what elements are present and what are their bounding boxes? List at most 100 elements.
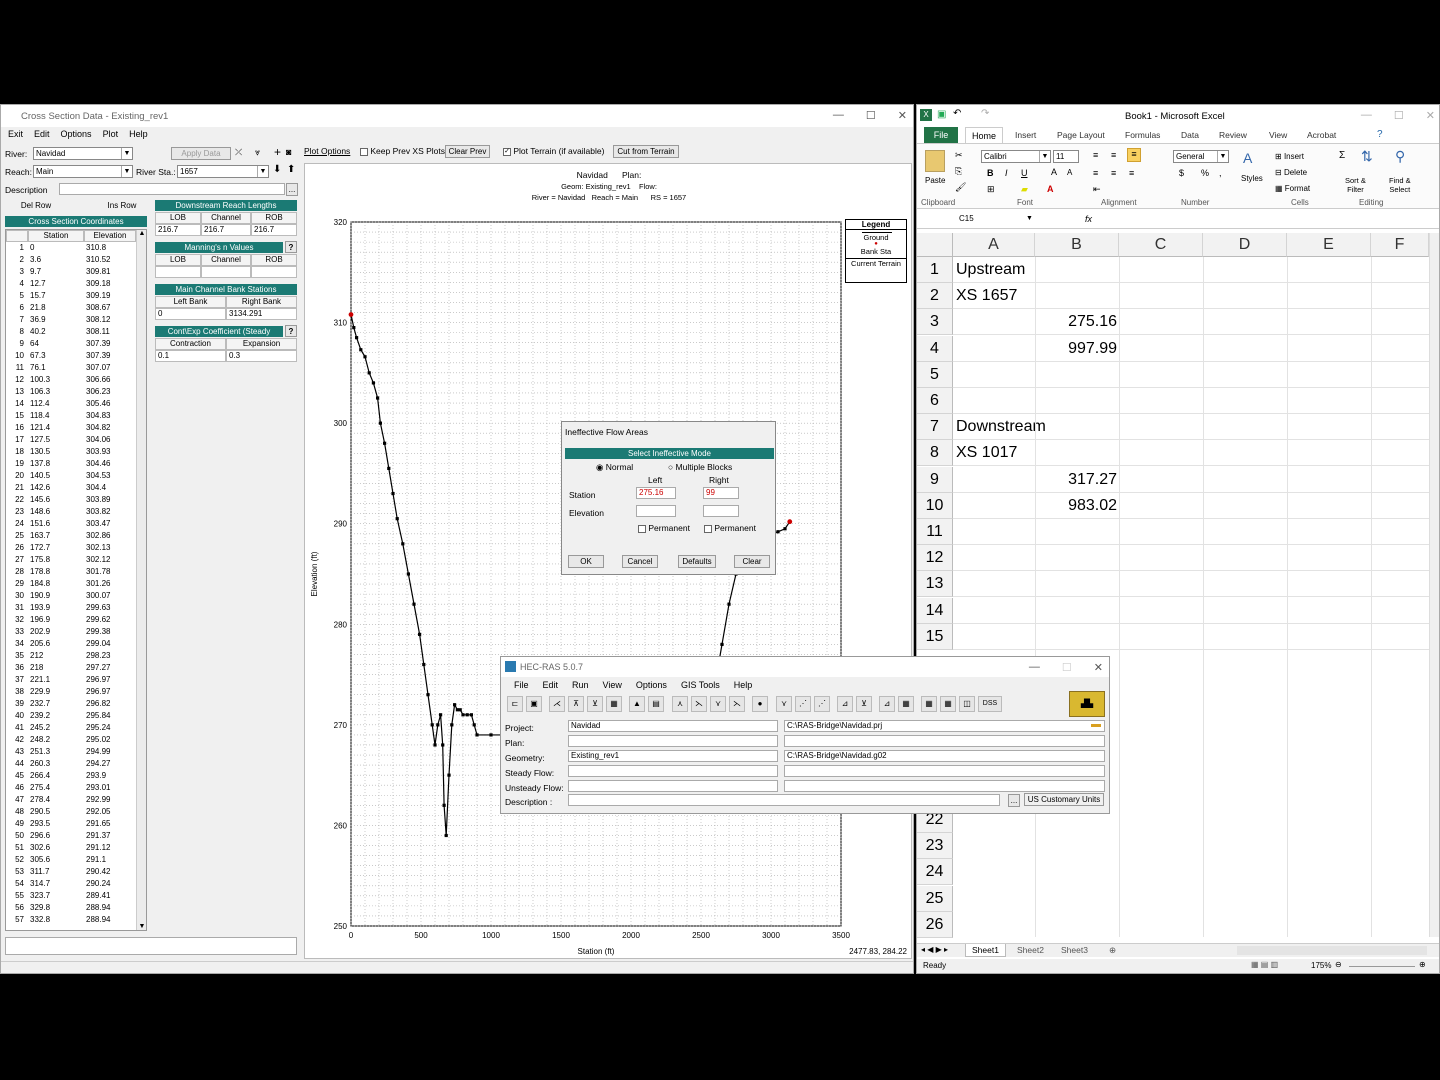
fx-icon[interactable]: fx xyxy=(1085,214,1092,224)
align-top-icon[interactable]: ≡ xyxy=(1093,150,1098,160)
redo-icon[interactable]: ↷ xyxy=(981,108,989,119)
row-header[interactable]: 15 xyxy=(917,623,953,650)
elevation-cell[interactable]: 308.67 xyxy=(86,302,110,314)
project-path-field[interactable]: C:\RAS-Bridge\Navidad.prj xyxy=(784,720,1105,732)
column-header[interactable]: C xyxy=(1119,233,1203,257)
coords-row[interactable]: 1 0 310.8 xyxy=(6,242,136,254)
coords-row[interactable]: 18 130.5 303.93 xyxy=(6,446,136,458)
toolbar-tool-icon[interactable]: ⊏ xyxy=(507,696,523,712)
station-cell[interactable]: 221.1 xyxy=(30,674,50,686)
river-sta-select[interactable]: 1657 ▼ xyxy=(177,165,269,178)
coords-row[interactable]: 27 175.8 302.12 xyxy=(6,554,136,566)
elevation-cell[interactable]: 297.27 xyxy=(86,662,110,674)
station-cell[interactable]: 118.4 xyxy=(30,410,49,422)
zoom-in-icon[interactable]: ⊕ xyxy=(1419,960,1426,969)
font-size-select[interactable]: 11 xyxy=(1053,150,1079,163)
elevation-cell[interactable]: 304.82 xyxy=(86,422,110,434)
station-cell[interactable]: 21.8 xyxy=(30,302,46,314)
elevation-cell[interactable]: 306.23 xyxy=(86,386,110,398)
align-bottom-icon[interactable]: ≡ xyxy=(1127,148,1141,162)
defaults-button[interactable]: Defaults xyxy=(678,555,716,568)
elevation-cell[interactable]: 296.82 xyxy=(86,698,110,710)
elevation-cell[interactable]: 307.07 xyxy=(86,362,110,374)
find-select-icon[interactable]: ⚲ xyxy=(1395,148,1405,165)
station-cell[interactable]: 3.6 xyxy=(30,254,41,266)
station-cell[interactable]: 193.9 xyxy=(30,602,50,614)
hecras-description-input[interactable] xyxy=(568,794,1000,806)
coords-row[interactable]: 24 151.6 303.47 xyxy=(6,518,136,530)
station-cell[interactable]: 142.6 xyxy=(30,482,50,494)
elevation-cell[interactable]: 302.13 xyxy=(86,542,110,554)
help-icon[interactable]: ? xyxy=(1377,129,1383,140)
zoom-slider[interactable] xyxy=(1349,966,1415,967)
column-header[interactable]: B xyxy=(1035,233,1119,257)
elevation-cell[interactable]: 291.12 xyxy=(86,842,110,854)
xs-menu-item[interactable]: Plot xyxy=(103,129,119,139)
cell-a[interactable]: Upstream xyxy=(956,261,1025,279)
hecras-desc-more-button[interactable]: ... xyxy=(1008,794,1020,807)
elevation-cell[interactable]: 293.01 xyxy=(86,782,110,794)
station-cell[interactable]: 67.3 xyxy=(30,350,46,362)
row-header[interactable]: 10 xyxy=(917,492,953,519)
row-header[interactable]: 12 xyxy=(917,545,953,572)
coords-row[interactable]: 26 172.7 302.13 xyxy=(6,542,136,554)
permanent-left-check[interactable] xyxy=(638,524,646,533)
elevation-cell[interactable]: 294.99 xyxy=(86,746,110,758)
percent-icon[interactable]: % xyxy=(1201,168,1209,178)
xs-menu-item[interactable]: Help xyxy=(129,129,148,139)
station-cell[interactable]: 175.8 xyxy=(30,554,50,566)
steady-flow-field[interactable] xyxy=(568,765,778,777)
scroll-up-icon[interactable]: ▲ xyxy=(137,230,146,237)
description-input[interactable] xyxy=(59,183,285,195)
elevation-cell[interactable]: 310.8 xyxy=(86,242,106,254)
shrink-font-icon[interactable]: A xyxy=(1067,168,1072,177)
minimize-icon[interactable]: — xyxy=(833,109,844,122)
column-header[interactable]: D xyxy=(1203,233,1287,257)
elevation-cell[interactable]: 293.9 xyxy=(86,770,106,782)
vertical-scrollbar[interactable] xyxy=(1429,233,1439,937)
format-cells-button[interactable]: ▦ Format xyxy=(1275,184,1310,193)
elevation-cell[interactable]: 300.07 xyxy=(86,590,110,602)
sheet-nav-icon[interactable]: ◂ ◀ ▶ ▸ xyxy=(921,945,948,954)
station-cell[interactable]: 140.5 xyxy=(30,470,50,482)
currency-icon[interactable]: $ xyxy=(1179,168,1184,178)
station-cell[interactable]: 40.2 xyxy=(30,326,46,338)
coords-row[interactable]: 46 275.4 293.01 xyxy=(6,782,136,794)
format-painter-icon[interactable]: 🖌 xyxy=(955,182,966,193)
bold-icon[interactable]: B xyxy=(987,168,994,178)
row-header[interactable]: 1 xyxy=(917,257,953,283)
fill-color-icon[interactable]: ▰ xyxy=(1021,184,1028,195)
hecras-minimize-icon[interactable]: — xyxy=(1029,661,1040,674)
station-cell[interactable]: 184.8 xyxy=(30,578,50,590)
coords-row[interactable]: 15 118.4 304.83 xyxy=(6,410,136,422)
toolbar-tool-icon[interactable]: ⋎ xyxy=(776,696,792,712)
hecras-maximize-icon[interactable]: ☐ xyxy=(1062,661,1072,674)
mannings-help-button[interactable]: ? xyxy=(285,241,297,253)
acrobat-tab[interactable]: Acrobat xyxy=(1307,130,1336,140)
column-header[interactable]: F xyxy=(1371,233,1429,257)
station-cell[interactable]: 64 xyxy=(30,338,39,350)
toolbar-tool-icon[interactable]: ⊿ xyxy=(879,696,895,712)
hecras-menu-item[interactable]: GIS Tools xyxy=(681,680,720,690)
elevation-cell[interactable]: 302.12 xyxy=(86,554,110,566)
station-cell[interactable]: 12.7 xyxy=(30,278,46,290)
coords-row[interactable]: 4 12.7 309.18 xyxy=(6,278,136,290)
file-tab[interactable]: File xyxy=(924,127,958,143)
elevation-cell[interactable]: 296.97 xyxy=(86,674,110,686)
coords-row[interactable]: 49 293.5 291.65 xyxy=(6,818,136,830)
channel-length-input[interactable]: 216.7 xyxy=(201,224,251,236)
station-cell[interactable]: 9.7 xyxy=(30,266,41,278)
station-cell[interactable]: 112.4 xyxy=(30,398,49,410)
station-cell[interactable]: 172.7 xyxy=(30,542,50,554)
elevation-cell[interactable]: 298.23 xyxy=(86,650,110,662)
elevation-cell[interactable]: 291.37 xyxy=(86,830,110,842)
excel-maximize-icon[interactable]: ☐ xyxy=(1394,109,1404,122)
unsteady-flow-field[interactable] xyxy=(568,780,778,792)
station-cell[interactable]: 218 xyxy=(30,662,43,674)
toolbar-tool-icon[interactable]: ▦ xyxy=(898,696,914,712)
coords-row[interactable]: 28 178.8 301.78 xyxy=(6,566,136,578)
excel-close-icon[interactable]: ✕ xyxy=(1426,109,1435,122)
elevation-cell[interactable]: 303.82 xyxy=(86,506,110,518)
coords-row[interactable]: 34 205.6 299.04 xyxy=(6,638,136,650)
coords-row[interactable]: 47 278.4 292.99 xyxy=(6,794,136,806)
